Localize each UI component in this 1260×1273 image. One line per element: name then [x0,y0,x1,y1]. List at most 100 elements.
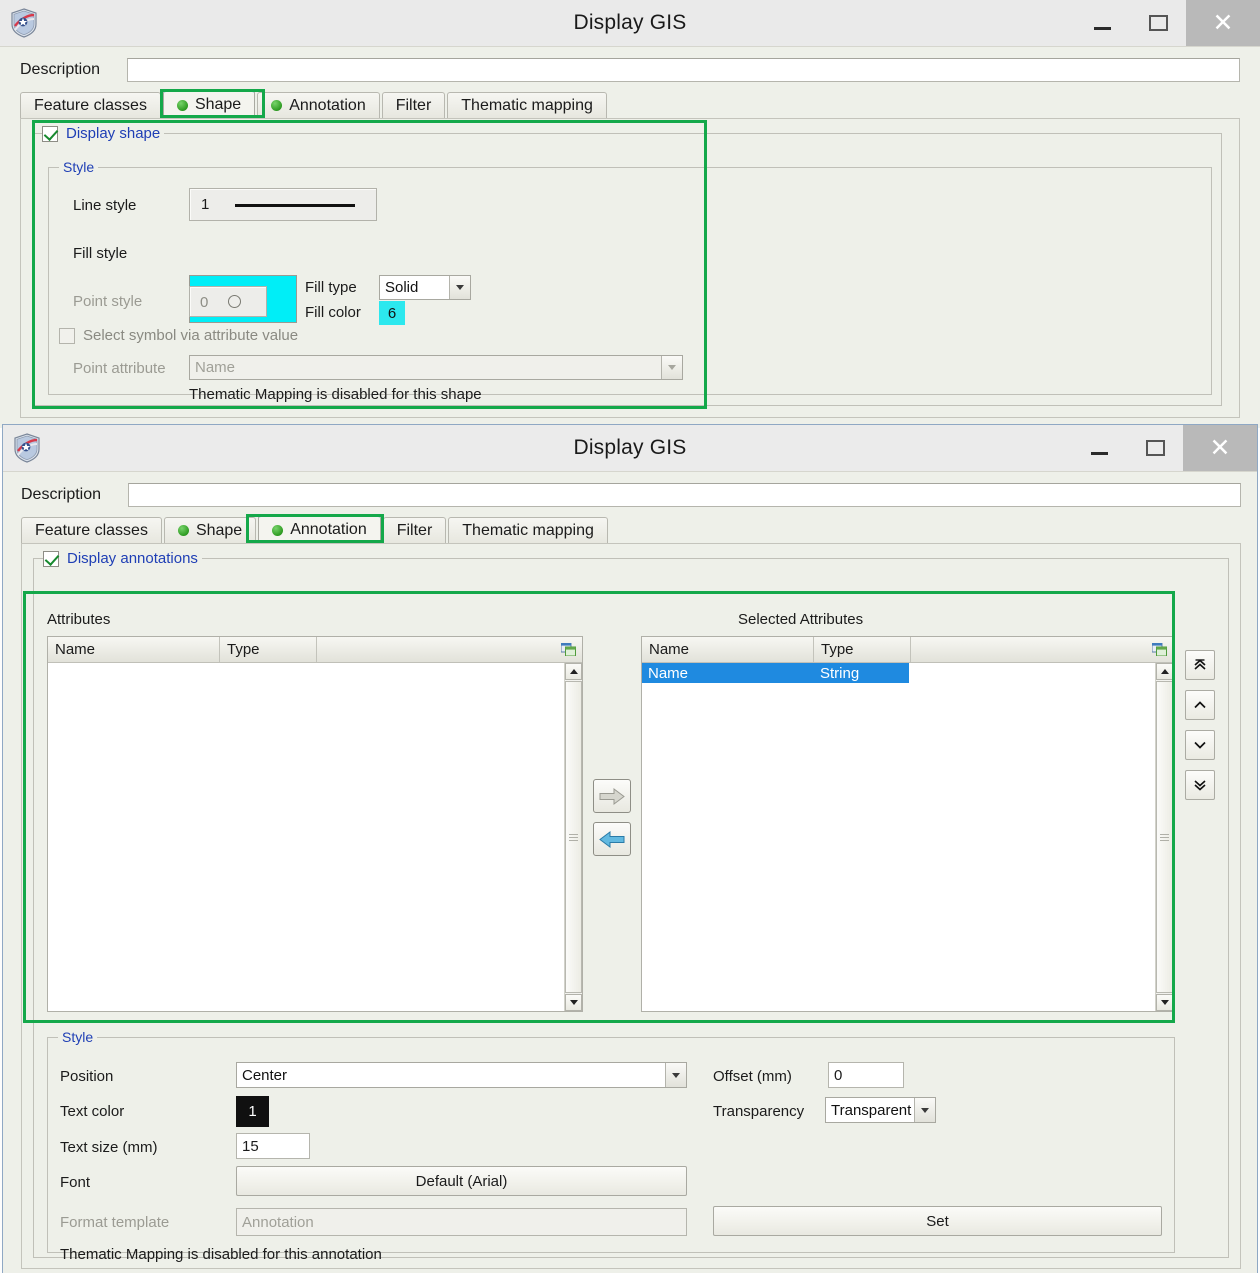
selected-attributes-listbox[interactable]: Name Type Name String [641,636,1174,1012]
fill-type-label: Fill type [305,279,357,296]
tab-thematic-mapping[interactable]: Thematic mapping [448,517,608,543]
tab-label: Thematic mapping [462,522,594,540]
tab-annotation[interactable]: Annotation [257,92,380,118]
tab-feature-classes[interactable]: Feature classes [21,517,162,543]
double-chevron-down-icon [1193,778,1207,792]
window1-titlebar[interactable]: Display GIS ✕ [0,0,1260,46]
column-chooser-icon[interactable] [561,643,576,656]
close-icon: ✕ [1210,436,1231,461]
display-shape-checkbox-row[interactable]: Display shape [42,125,164,142]
grip-icon [1160,832,1169,843]
status-dot-icon [271,100,282,111]
chevron-down-icon[interactable] [665,1063,686,1087]
chevron-down-icon[interactable] [449,276,470,299]
maximize-button[interactable] [1130,0,1186,46]
format-template-input[interactable]: Annotation [236,1208,687,1236]
tab-filter[interactable]: Filter [382,92,446,118]
scroll-down-button[interactable] [1156,994,1173,1011]
column-header-type[interactable]: Type [220,637,317,662]
move-left-button[interactable] [593,822,631,856]
minimize-button[interactable] [1074,0,1130,46]
scrollbar-thumb[interactable] [1156,681,1173,993]
fill-color-swatch[interactable]: 6 [379,301,405,325]
status-dot-icon [178,525,189,536]
attributes-list-body[interactable] [48,663,564,1011]
text-size-input[interactable]: 15 [236,1133,310,1159]
tab-label: Annotation [290,521,367,539]
set-button[interactable]: Set [713,1206,1162,1236]
tab-filter[interactable]: Filter [383,517,447,543]
position-combo[interactable]: Center [236,1062,687,1088]
status-dot-icon [177,100,188,111]
move-right-button[interactable] [593,779,631,813]
window1-controls: ✕ [1074,0,1260,46]
select-symbol-checkbox-row[interactable]: Select symbol via attribute value [59,327,302,344]
column-header-name[interactable]: Name [642,637,814,662]
move-up-button[interactable] [1185,690,1215,720]
select-symbol-checkbox[interactable] [59,328,75,344]
chevron-down-icon [1193,738,1207,752]
tab-feature-classes[interactable]: Feature classes [20,92,161,118]
offset-input[interactable]: 0 [828,1062,904,1088]
description-input[interactable] [127,58,1240,82]
close-button[interactable]: ✕ [1186,0,1260,46]
chevron-down-icon[interactable] [661,356,682,379]
font-value: Default (Arial) [416,1173,508,1190]
position-value: Center [237,1067,665,1084]
line-style-value: 1 [201,196,209,213]
move-to-top-button[interactable] [1185,650,1215,680]
minimize-button[interactable] [1071,425,1127,471]
tab-label: Filter [396,97,432,115]
maximize-button[interactable] [1127,425,1183,471]
move-to-bottom-button[interactable] [1185,770,1215,800]
attributes-vertical-scrollbar[interactable] [564,663,582,1011]
maximize-icon [1146,440,1165,456]
table-row[interactable]: Name String [642,663,909,683]
attributes-listbox[interactable]: Name Type [47,636,583,1012]
display-shape-checkbox[interactable] [42,126,58,142]
selected-attributes-list-body[interactable]: Name String [642,663,1155,1011]
window-display-gis-annotation: Display GIS ✕ Description [2,424,1258,1273]
scroll-up-button[interactable] [1156,663,1173,680]
display-annotations-checkbox-row[interactable]: Display annotations [43,550,202,567]
line-style-selector[interactable]: 1 [189,188,377,221]
selected-attributes-list-header: Name Type [642,637,1173,663]
close-button[interactable]: ✕ [1183,425,1257,471]
fill-type-combo[interactable]: Solid [379,275,471,300]
scroll-down-button[interactable] [565,994,582,1011]
chevron-down-icon[interactable] [914,1098,935,1122]
text-size-value: 15 [242,1138,259,1155]
column-header-name[interactable]: Name [48,637,220,662]
tab-shape[interactable]: Shape [163,90,255,118]
move-down-button[interactable] [1185,730,1215,760]
scroll-up-button[interactable] [565,663,582,680]
point-shape-icon [228,295,241,308]
description-input[interactable] [128,483,1241,507]
transparency-combo[interactable]: Transparent [825,1097,936,1123]
scrollbar-thumb[interactable] [565,681,582,993]
text-color-value: 1 [248,1103,256,1120]
point-attribute-combo[interactable]: Name [189,355,683,380]
line-preview-icon [235,204,355,207]
column-chooser-icon[interactable] [1152,643,1167,656]
tab-thematic-mapping[interactable]: Thematic mapping [447,92,607,118]
window1-client: Description Feature classes Shape Annota… [0,46,1260,428]
description-row-1: Description [20,58,1240,82]
display-annotations-checkbox[interactable] [43,551,59,567]
fill-color-label: Fill color [305,304,361,321]
column-header-type[interactable]: Type [814,637,911,662]
text-color-swatch[interactable]: 1 [236,1096,269,1127]
tab-label: Thematic mapping [461,97,593,115]
selected-attributes-vertical-scrollbar[interactable] [1155,663,1173,1011]
tab-label: Feature classes [35,522,148,540]
font-button[interactable]: Default (Arial) [236,1166,687,1196]
column-header-filler [911,637,1173,662]
set-button-label: Set [926,1213,949,1230]
window2-controls: ✕ [1071,425,1257,471]
fill-type-value: Solid [380,279,449,296]
tab-shape[interactable]: Shape [164,517,256,543]
tab-annotation[interactable]: Annotation [258,515,381,543]
fill-style-label: Fill style [73,245,127,262]
app-shield-icon [10,8,38,38]
window2-titlebar[interactable]: Display GIS ✕ [3,425,1257,471]
